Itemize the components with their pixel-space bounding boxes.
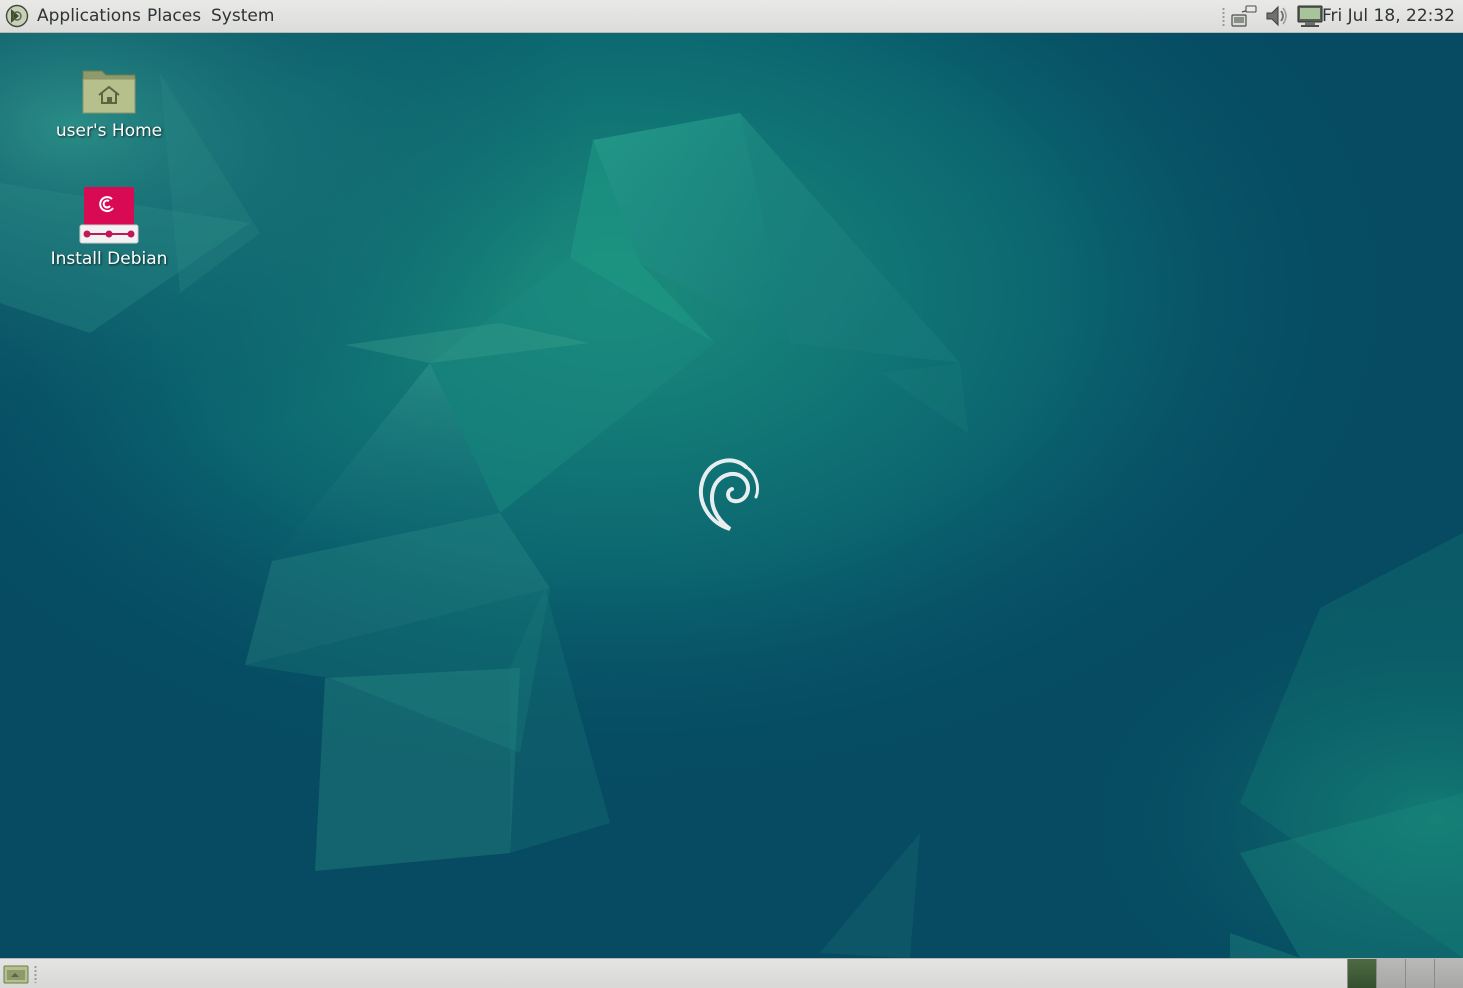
workspace-3[interactable] — [1405, 959, 1434, 988]
bottom-panel — [0, 958, 1463, 988]
desktop[interactable]: user's Home Install Debian — [0, 33, 1463, 958]
debian-menu-icon[interactable] — [4, 4, 30, 28]
home-folder-icon — [82, 70, 136, 114]
install-debian-desktop-icon[interactable]: Install Debian — [29, 185, 189, 269]
display-monitor-icon[interactable] — [1296, 3, 1324, 29]
debian-installer-icon — [79, 187, 139, 244]
workspace-1[interactable] — [1347, 959, 1376, 988]
network-icon[interactable] — [1230, 3, 1258, 29]
top-panel: Applications Places System Fri Jul 18, 2… — [0, 0, 1463, 33]
applications-menu[interactable]: Applications — [37, 0, 141, 33]
home-desktop-icon[interactable]: user's Home — [29, 63, 189, 141]
workspace-switcher — [1347, 959, 1463, 988]
panel-handle[interactable] — [34, 965, 37, 983]
system-menu[interactable]: System — [211, 0, 274, 33]
screen: Applications Places System Fri Jul 18, 2… — [0, 0, 1463, 988]
debian-swirl-icon — [698, 458, 760, 531]
workspace-4[interactable] — [1434, 959, 1463, 988]
tray-handle[interactable] — [1222, 7, 1225, 26]
home-icon-label: user's Home — [55, 121, 163, 141]
workspace-2[interactable] — [1376, 959, 1405, 988]
volume-icon[interactable] — [1262, 3, 1290, 29]
places-menu[interactable]: Places — [147, 0, 201, 33]
install-debian-label: Install Debian — [50, 249, 168, 269]
clock[interactable]: Fri Jul 18, 22:32 — [1322, 0, 1455, 33]
show-desktop-icon[interactable] — [3, 963, 29, 985]
